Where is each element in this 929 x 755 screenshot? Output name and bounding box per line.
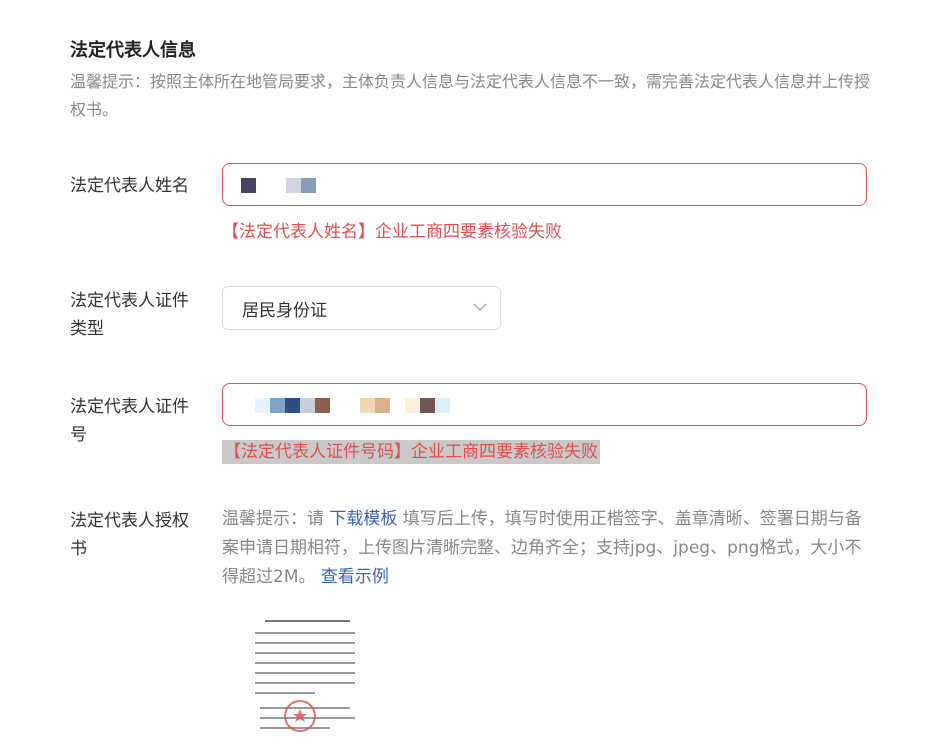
legal-rep-name-input[interactable] [222,163,867,206]
masked-id-number-value [255,398,450,413]
legal-rep-authorization-label: 法定代表人授权书 [70,511,189,559]
chevron-down-icon [473,303,487,312]
authorization-tip-prefix: 温馨提示：请 [222,509,330,529]
legal-rep-id-number-label: 法定代表人证件号 [70,397,189,445]
section-title: 法定代表人信息 [70,40,196,61]
id-type-selected-value: 居民身份证 [242,301,327,321]
masked-name-value [241,178,316,193]
legal-rep-name-label: 法定代表人姓名 [70,176,189,196]
legal-rep-id-number-error: 【法定代表人证件号码】企业工商四要素核验失败 [222,440,600,464]
authorization-document-thumbnail[interactable] [250,612,365,742]
seal-icon [284,700,316,732]
legal-rep-id-number-input[interactable] [222,383,867,426]
download-template-link[interactable]: 下载模板 [329,509,397,529]
view-example-link[interactable]: 查看示例 [321,567,389,587]
legal-rep-name-error: 【法定代表人姓名】企业工商四要素核验失败 [222,222,562,242]
id-type-select[interactable]: 居民身份证 [222,286,501,330]
authorization-tip: 温馨提示：请 下载模板 填写后上传，填写时使用正楷签字、盖章清晰、签署日期与备案… [222,505,867,592]
legal-rep-id-type-label: 法定代表人证件类型 [70,291,189,339]
section-tip: 温馨提示：按照主体所在地管局要求，主体负责人信息与法定代表人信息不一致，需完善法… [70,72,871,119]
